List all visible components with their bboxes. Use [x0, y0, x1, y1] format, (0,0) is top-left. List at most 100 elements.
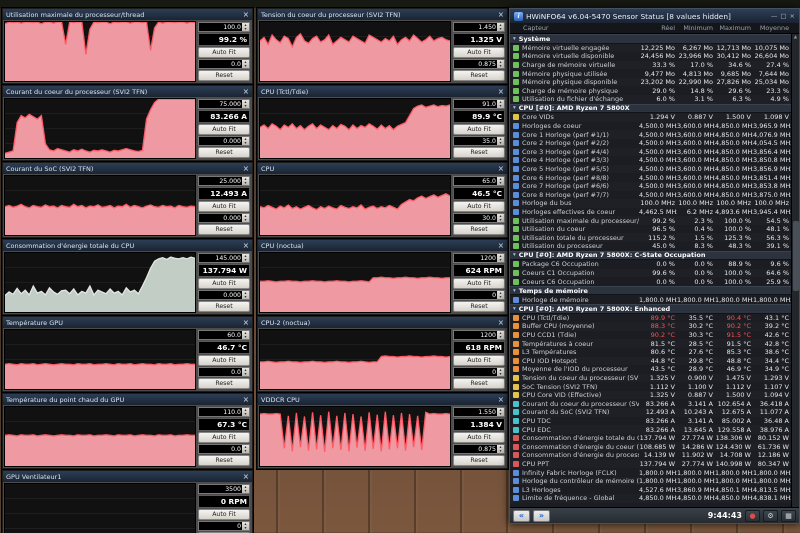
- sensor-row[interactable]: Mémoire virtuelle disponible 24,456 Mo 2…: [510, 52, 791, 61]
- graph-window-titlebar[interactable]: GPU Ventilateur1 ×: [3, 471, 252, 482]
- autofit-button[interactable]: Auto Fit: [198, 509, 250, 520]
- spinner-arrows-icon[interactable]: ▴▾: [497, 331, 504, 339]
- autofit-button[interactable]: Auto Fit: [453, 355, 505, 366]
- spinner-arrows-icon[interactable]: ▴▾: [497, 137, 504, 145]
- scale-min-input[interactable]: 0.0 ▴▾: [198, 59, 250, 69]
- column-header-capteur[interactable]: Capteur: [510, 24, 639, 32]
- graph-window-titlebar[interactable]: Utilisation maximale du processeur/threa…: [3, 9, 252, 20]
- scale-min-input[interactable]: 0.875 ▴▾: [453, 59, 505, 69]
- autofit-button[interactable]: Auto Fit: [453, 201, 505, 212]
- scale-min-input[interactable]: 0 ▴▾: [198, 521, 250, 531]
- sensor-window-titlebar[interactable]: i HWiNFO64 v6.04-5470 Sensor Status [8 v…: [510, 9, 799, 23]
- spinner-arrows-icon[interactable]: ▴▾: [497, 408, 504, 416]
- spinner-arrows-icon[interactable]: ▴▾: [497, 100, 504, 108]
- graph-window-titlebar[interactable]: Tension du coeur du processeur (SVI2 TFN…: [258, 9, 507, 20]
- spinner-arrows-icon[interactable]: ▴▾: [242, 177, 249, 185]
- sensor-row[interactable]: Utilisation du coeur 96.5 % 0.4 % 100.0 …: [510, 225, 791, 234]
- scroll-up-icon[interactable]: ▲: [794, 34, 797, 41]
- sensor-row[interactable]: Courant du coeur du processeur (SVI2 TFN…: [510, 399, 791, 408]
- monitor-icon[interactable]: ▦: [781, 510, 796, 522]
- reset-button[interactable]: Reset: [198, 301, 250, 312]
- reset-button[interactable]: Reset: [198, 224, 250, 235]
- sensor-row[interactable]: Courant du SoC (SVI2 TFN) 12.493 A 10.24…: [510, 408, 791, 417]
- sensor-row[interactable]: Core 1 Horloge (perf #1/1) 4,500.0 MHz 3…: [510, 130, 791, 139]
- sensor-row[interactable]: Buffer CPU (moyenne) 88.3 °C 30.2 °C 90.…: [510, 322, 791, 331]
- autofit-button[interactable]: Auto Fit: [198, 355, 250, 366]
- reset-button[interactable]: Reset: [198, 147, 250, 158]
- column-header-reel[interactable]: Réel: [639, 24, 677, 32]
- sensor-row[interactable]: CPU Core VID (Effective) 1.325 V 0.887 V…: [510, 391, 791, 400]
- autofit-button[interactable]: Auto Fit: [453, 432, 505, 443]
- close-icon[interactable]: ×: [243, 473, 249, 480]
- reset-button[interactable]: Reset: [453, 301, 505, 312]
- reset-button[interactable]: Reset: [453, 455, 505, 466]
- sensor-row[interactable]: Consommation d'énergie du coeur (SVI2 TF…: [510, 442, 791, 451]
- sensor-row[interactable]: Horloge du bus 100.0 MHz 100.0 MHz 100.0…: [510, 199, 791, 208]
- sensor-section-header[interactable]: ▾ CPU [#0]: AMD Ryzen 7 5800X: C-State O…: [510, 251, 791, 261]
- graph-window-titlebar[interactable]: CPU ×: [258, 163, 507, 174]
- autofit-button[interactable]: Auto Fit: [198, 124, 250, 135]
- scale-min-input[interactable]: 30.0 ▴▾: [453, 213, 505, 223]
- spinner-arrows-icon[interactable]: ▴▾: [242, 331, 249, 339]
- graph-window-titlebar[interactable]: Courant du SoC (SVI2 TFN) ×: [3, 163, 252, 174]
- sensor-row[interactable]: Coeurs C6 Occupation 0.0 % 0.0 % 100.0 %…: [510, 277, 791, 286]
- sensor-row[interactable]: Core VIDs 1.294 V 0.887 V 1.500 V 1.098 …: [510, 113, 791, 122]
- maximize-button[interactable]: □: [780, 12, 786, 20]
- scale-max-input[interactable]: 3500 ▴▾: [198, 484, 250, 494]
- sensor-row[interactable]: Utilisation totale du processeur 115.2 %…: [510, 233, 791, 242]
- scale-min-input[interactable]: 0 ▴▾: [453, 367, 505, 377]
- spinner-arrows-icon[interactable]: ▴▾: [497, 445, 504, 453]
- scale-min-input[interactable]: 0.0 ▴▾: [198, 367, 250, 377]
- sensor-row[interactable]: Limite de fréquence - Global 4,850.0 MHz…: [510, 494, 791, 503]
- prev-page-button[interactable]: «: [513, 510, 530, 522]
- sensor-row[interactable]: Horloge du contrôleur de mémoire (UCLK) …: [510, 477, 791, 486]
- graph-window-titlebar[interactable]: CPU (noctua) ×: [258, 240, 507, 251]
- scale-max-input[interactable]: 75.000 ▴▾: [198, 99, 250, 109]
- sensor-row[interactable]: CPU CCD1 (Tdie) 90.2 °C 30.3 °C 91.5 °C …: [510, 331, 791, 340]
- graph-window-titlebar[interactable]: Température du point chaud du GPU ×: [3, 394, 252, 405]
- spinner-arrows-icon[interactable]: ▴▾: [497, 23, 504, 31]
- sensor-row[interactable]: L3 Horloges 4,527.6 MHz 3,860.9 MHz 4,85…: [510, 485, 791, 494]
- spinner-arrows-icon[interactable]: ▴▾: [242, 291, 249, 299]
- autofit-button[interactable]: Auto Fit: [453, 47, 505, 58]
- sensor-section-header[interactable]: ▾ CPU [#0]: AMD Ryzen 7 5800X: Enhanced: [510, 304, 791, 314]
- autofit-button[interactable]: Auto Fit: [453, 124, 505, 135]
- sensor-row[interactable]: Utilisation du processeur 45.0 % 8.3 % 4…: [510, 242, 791, 251]
- spinner-arrows-icon[interactable]: ▴▾: [242, 485, 249, 493]
- sensor-row[interactable]: Températures à coeur 81.5 °C 28.5 °C 91.…: [510, 339, 791, 348]
- column-header-moyenne[interactable]: Moyenne: [753, 24, 791, 32]
- spinner-arrows-icon[interactable]: ▴▾: [242, 23, 249, 31]
- sensor-row[interactable]: CPU TDC 83.266 A 3.141 A 85.002 A 36.48 …: [510, 417, 791, 426]
- spinner-arrows-icon[interactable]: ▴▾: [497, 368, 504, 376]
- spinner-arrows-icon[interactable]: ▴▾: [242, 408, 249, 416]
- spinner-arrows-icon[interactable]: ▴▾: [497, 177, 504, 185]
- spinner-arrows-icon[interactable]: ▴▾: [242, 445, 249, 453]
- record-icon[interactable]: ●: [745, 510, 760, 522]
- autofit-button[interactable]: Auto Fit: [198, 201, 250, 212]
- sensor-row[interactable]: Horloges effectives de coeur 4,462.5 MHz…: [510, 208, 791, 217]
- sensor-section-header[interactable]: ▾ Système: [510, 34, 791, 44]
- sensor-row[interactable]: Utilisation du fichier d'échange 6.0 % 3…: [510, 95, 791, 104]
- graph-window-titlebar[interactable]: CPU-2 (noctua) ×: [258, 317, 507, 328]
- sensor-row[interactable]: Core 4 Horloge (perf #3/3) 4,500.0 MHz 3…: [510, 156, 791, 165]
- graph-window-titlebar[interactable]: Consommation d'énergie totale du CPU ×: [3, 240, 252, 251]
- close-icon[interactable]: ×: [243, 88, 249, 95]
- autofit-button[interactable]: Auto Fit: [198, 432, 250, 443]
- close-icon[interactable]: ×: [498, 242, 504, 249]
- sensor-row[interactable]: Core 8 Horloge (perf #7/7) 4,500.0 MHz 3…: [510, 191, 791, 200]
- spinner-arrows-icon[interactable]: ▴▾: [242, 137, 249, 145]
- spinner-arrows-icon[interactable]: ▴▾: [497, 60, 504, 68]
- spinner-arrows-icon[interactable]: ▴▾: [242, 214, 249, 222]
- scale-min-input[interactable]: 0.000 ▴▾: [198, 290, 250, 300]
- scale-max-input[interactable]: 110.0 ▴▾: [198, 407, 250, 417]
- close-button[interactable]: ×: [790, 12, 795, 20]
- sensor-row[interactable]: Tension du coeur du processeur (SVI2 TFN…: [510, 374, 791, 383]
- close-icon[interactable]: ×: [498, 165, 504, 172]
- scale-max-input[interactable]: 1.450 ▴▾: [453, 22, 505, 32]
- scale-min-input[interactable]: 0.875 ▴▾: [453, 444, 505, 454]
- sensor-row[interactable]: L3 Températures 80.6 °C 27.6 °C 85.3 °C …: [510, 348, 791, 357]
- sensor-row[interactable]: Core 7 Horloge (perf #6/6) 4,500.0 MHz 3…: [510, 182, 791, 191]
- scale-min-input[interactable]: 0.000 ▴▾: [198, 213, 250, 223]
- scale-max-input[interactable]: 1200 ▴▾: [453, 253, 505, 263]
- column-header-maximum[interactable]: Maximum: [715, 24, 753, 32]
